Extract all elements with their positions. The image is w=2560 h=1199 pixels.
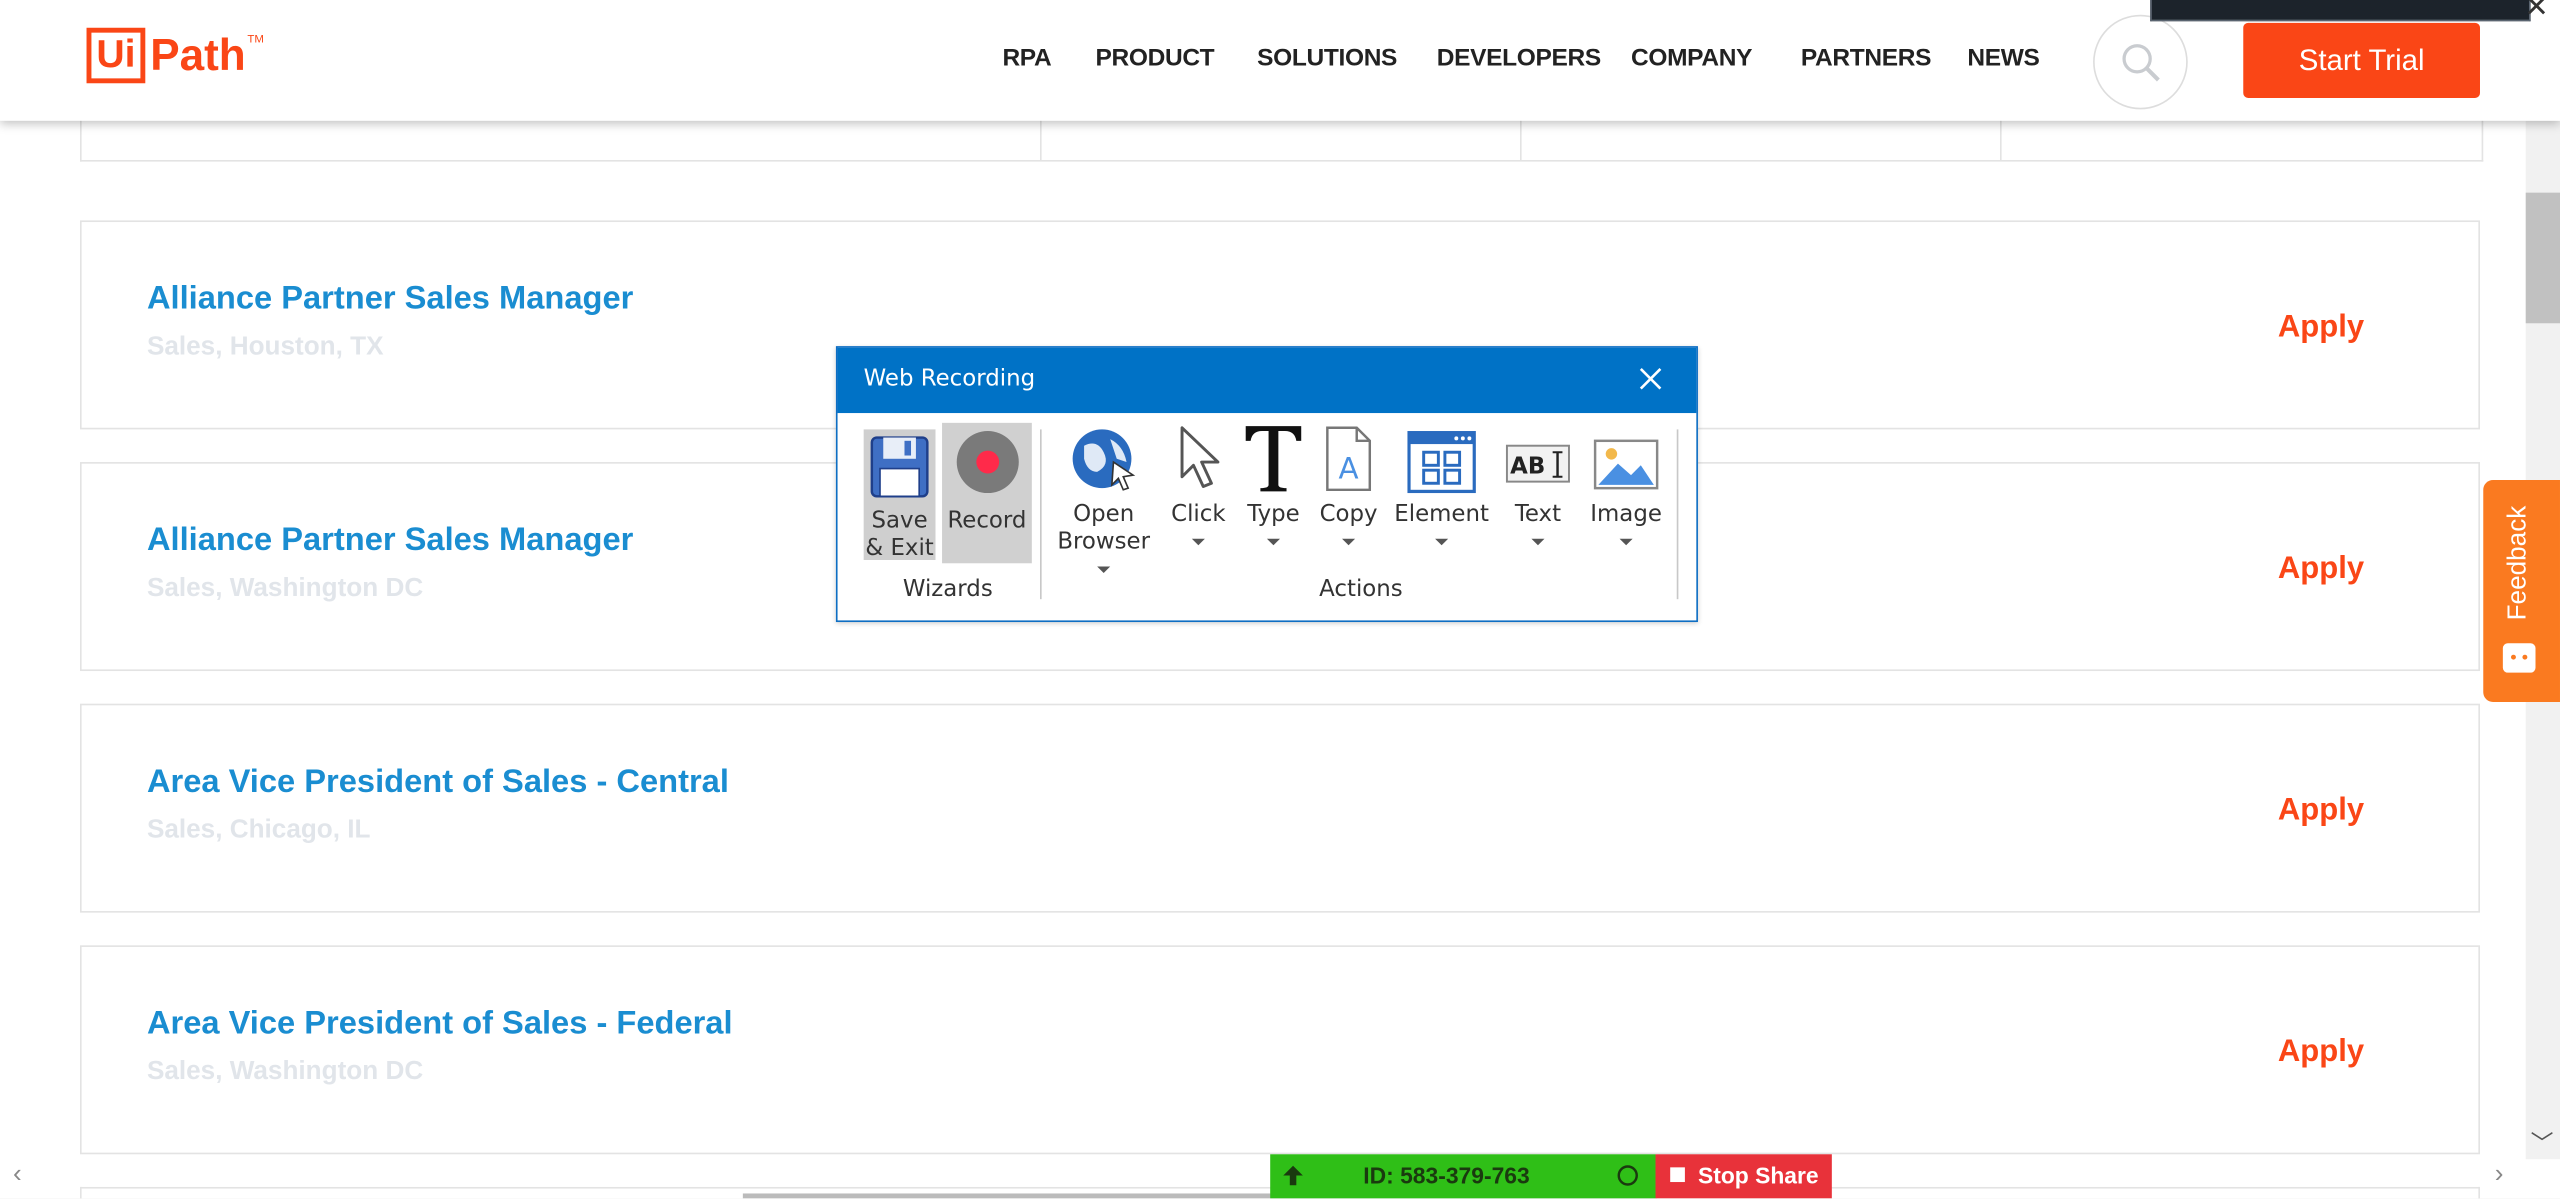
job-card: Area Vice President of Sales - Federal S… (79, 945, 2480, 1155)
copy-button[interactable]: A Copy (1314, 423, 1383, 557)
chat-icon (2502, 643, 2536, 673)
save-exit-label-2: & Exit (865, 535, 934, 562)
floppy-disk-icon (870, 436, 929, 498)
job-location: Sales, Washington DC (146, 574, 424, 603)
element-button[interactable]: Element (1393, 429, 1491, 556)
group-separator (1676, 429, 1679, 600)
logo-ui-mark: Ui (86, 27, 146, 84)
scroll-right-icon[interactable]: › (2495, 1161, 2504, 1190)
open-browser-label-1: Open (1073, 501, 1135, 528)
vertical-scrollbar-thumb[interactable] (2525, 192, 2560, 324)
copy-document-icon: A (1326, 426, 1372, 492)
stop-square-icon (1670, 1167, 1685, 1183)
nav-news[interactable]: NEWS (1967, 44, 2039, 72)
page: Ui Path TM RPA PRODUCT SOLUTIONS DEVELOP… (0, 0, 2560, 1199)
stop-share-button[interactable]: Stop Share (1655, 1154, 1832, 1199)
nav-developers[interactable]: DEVELOPERS (1437, 44, 1601, 72)
open-browser-label-2-text: Browser (1057, 528, 1150, 556)
status-circle-icon (1617, 1165, 1638, 1186)
click-button[interactable]: Click (1164, 423, 1233, 557)
apply-link[interactable]: Apply (2278, 552, 2364, 588)
type-text-icon (1245, 426, 1302, 492)
image-icon (1593, 439, 1659, 490)
element-window-icon (1407, 431, 1476, 494)
click-label: Click (1171, 501, 1226, 528)
job-location: Sales, Washington DC (146, 1057, 424, 1086)
record-button[interactable]: Record (942, 422, 1032, 564)
close-icon[interactable]: ✕ (2524, 0, 2549, 24)
nav-company[interactable]: COMPANY (1631, 44, 1752, 72)
chevron-down-icon (1500, 529, 1575, 557)
cursor-icon (1180, 426, 1220, 488)
wizards-group-label: Wizards (902, 576, 993, 603)
svg-text:A: A (1339, 451, 1359, 485)
dialog-titlebar[interactable]: Web Recording (837, 347, 1697, 414)
group-separator (1039, 429, 1042, 600)
image-button[interactable]: Image (1585, 436, 1667, 557)
dialog-title: Web Recording (863, 365, 1036, 392)
text-icon-label: AB (1510, 453, 1545, 479)
chevron-down-icon (1164, 529, 1233, 557)
start-trial-button[interactable]: Start Trial (2243, 22, 2480, 98)
text-button[interactable]: AB Text (1500, 436, 1575, 557)
globe-icon (1072, 429, 1136, 491)
close-icon[interactable] (1634, 362, 1667, 395)
open-browser-button[interactable]: Open Browser (1050, 423, 1158, 585)
job-title-link[interactable]: Alliance Partner Sales Manager (147, 522, 633, 560)
job-title-link[interactable]: Alliance Partner Sales Manager (147, 281, 633, 319)
feedback-label: Feedback (2504, 505, 2533, 621)
screen-share-bar: ID: 583-379-763 Stop Share (1270, 1154, 1832, 1199)
overlay-window-strip (2150, 0, 2531, 22)
search-icon (2122, 44, 2160, 82)
nav-partners[interactable]: PARTNERS (1801, 44, 1932, 72)
search-button[interactable] (2093, 14, 2188, 110)
apply-link[interactable]: Apply (2278, 793, 2364, 829)
job-location: Sales, Houston, TX (146, 333, 384, 361)
text-select-icon: AB (1505, 444, 1570, 483)
open-browser-label-2: Browser (1050, 529, 1158, 585)
type-button[interactable]: Type (1239, 420, 1308, 557)
apply-link[interactable]: Apply (2278, 1035, 2364, 1071)
nav-solutions[interactable]: SOLUTIONS (1257, 44, 1397, 72)
nav-rpa[interactable]: RPA (1002, 44, 1051, 72)
copy-label: Copy (1319, 501, 1378, 528)
uipath-logo[interactable]: Ui Path TM (86, 27, 264, 84)
record-icon (955, 431, 1018, 494)
share-session-id: ID: 583-379-763 (1363, 1162, 1530, 1189)
nav-product[interactable]: PRODUCT (1096, 44, 1215, 72)
share-id-panel[interactable]: ID: 583-379-763 (1270, 1154, 1656, 1199)
type-label: Type (1247, 501, 1300, 528)
logo-path-text: Path (150, 31, 246, 80)
scroll-left-icon[interactable]: ‹ (13, 1161, 22, 1190)
job-location: Sales, Chicago, IL (146, 816, 371, 845)
job-card: Area Vice President of Sales - Central S… (79, 703, 2480, 913)
element-label: Element (1394, 501, 1489, 528)
scroll-down-icon[interactable]: ﹀ (2531, 1127, 2554, 1160)
chevron-down-icon (1239, 529, 1308, 557)
expand-arrow-icon (1283, 1165, 1303, 1186)
save-exit-label-1: Save (871, 507, 928, 534)
job-title-link[interactable]: Area Vice President of Sales - Federal (147, 1006, 733, 1044)
job-title-link[interactable]: Area Vice President of Sales - Central (147, 764, 729, 802)
save-exit-button[interactable]: Save & Exit (863, 429, 936, 562)
apply-link[interactable]: Apply (2278, 310, 2364, 346)
record-label: Record (947, 507, 1027, 534)
chevron-down-icon (1585, 529, 1667, 557)
chevron-down-icon (1314, 529, 1383, 557)
actions-group-label: Actions (1319, 576, 1403, 603)
logo-tm: TM (247, 34, 264, 46)
chevron-down-icon (1393, 529, 1491, 557)
stop-share-label: Stop Share (1697, 1162, 1819, 1189)
feedback-tab[interactable]: Feedback (2483, 479, 2560, 703)
chevron-down-icon (1097, 566, 1111, 574)
web-recording-dialog: Web Recording Save & Exit Record Wizards… (835, 346, 1698, 623)
image-label: Image (1590, 501, 1662, 528)
text-label: Text (1514, 501, 1562, 528)
